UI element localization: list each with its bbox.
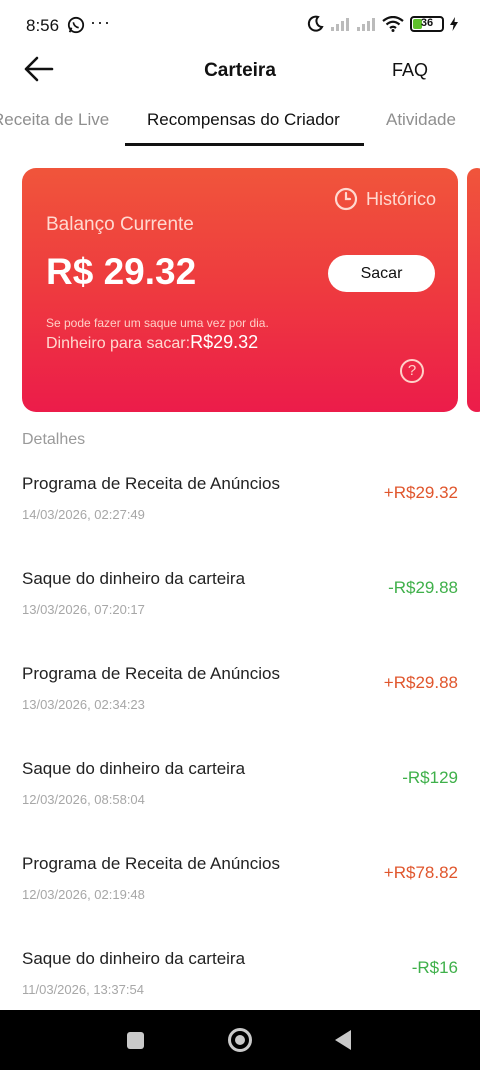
transaction-amount: +R$29.32 [383, 483, 458, 502]
active-tab-indicator [125, 143, 364, 146]
more-notifications-icon: ··· [90, 12, 111, 32]
withdraw-button[interactable]: Sacar [328, 255, 435, 292]
transaction-date: 11/03/2026, 13:37:54 [22, 982, 144, 997]
signal-icon [331, 18, 349, 31]
system-nav-bar [0, 1010, 480, 1070]
app-header: Carteira FAQ [0, 52, 480, 92]
recents-square-icon[interactable] [127, 1032, 144, 1049]
tab-bar: Receita de Live Recompensas do Criador A… [0, 100, 480, 148]
transaction-title: Saque do dinheiro da carteira [22, 569, 246, 588]
charging-icon [450, 17, 458, 31]
status-time: 8:56 [26, 16, 60, 35]
faq-link[interactable]: FAQ [392, 60, 428, 81]
transaction-date: 13/03/2026, 07:20:17 [22, 602, 145, 617]
transaction-amount: -R$16 [411, 958, 458, 977]
transaction-row[interactable]: Saque do dinheiro da carteira 13/03/2026,… [0, 561, 480, 656]
transaction-amount: -R$29.88 [388, 578, 458, 597]
transaction-title: Saque do dinheiro da carteira [22, 949, 246, 968]
transaction-title: Programa de Receita de Anúncios [22, 474, 280, 493]
transaction-amount: +R$78.82 [383, 863, 458, 882]
back-triangle-icon[interactable] [335, 1030, 351, 1050]
tab-recompensas-do-criador[interactable]: Recompensas do Criador [147, 110, 340, 130]
question-circle-icon[interactable]: ? [400, 359, 424, 383]
tab-atividade[interactable]: Atividade [386, 110, 456, 130]
balance-card: Histórico Balanço Currente R$ 29.32 Saca… [22, 168, 458, 412]
tab-receita-de-live[interactable]: Receita de Live [0, 110, 109, 130]
available-label: Dinheiro para sacar: [46, 335, 191, 352]
wifi-icon [382, 16, 404, 32]
transaction-title: Saque do dinheiro da carteira [22, 759, 246, 778]
battery-level: 36 [420, 17, 434, 29]
transaction-row[interactable]: Programa de Receita de Anúncios 12/03/202… [0, 846, 480, 941]
transaction-amount: -R$129 [402, 768, 458, 787]
moon-icon [307, 15, 324, 32]
whatsapp-icon [67, 16, 85, 34]
transaction-amount: +R$29.88 [383, 673, 458, 692]
transaction-date: 13/03/2026, 02:34:23 [22, 697, 145, 712]
transaction-date: 14/03/2026, 02:27:49 [22, 507, 145, 522]
transaction-list: Programa de Receita de Anúncios 14/03/202… [0, 466, 480, 1036]
transaction-date: 12/03/2026, 02:19:48 [22, 887, 145, 902]
status-bar: 8:56 ··· 36 [0, 0, 480, 52]
transaction-row[interactable]: Programa de Receita de Anúncios 14/03/202… [0, 466, 480, 561]
clock-icon [334, 187, 358, 211]
available-value: R$29.32 [190, 332, 259, 352]
home-circle-icon[interactable] [228, 1028, 252, 1052]
withdraw-note: Se pode fazer um saque uma vez por dia. [46, 316, 269, 330]
next-card-peek[interactable] [467, 168, 480, 412]
battery-icon: 36 [410, 16, 444, 32]
balance-value: R$ 29.32 [46, 251, 197, 292]
available-amount: Dinheiro para sacar:R$29.32 [46, 332, 258, 353]
balance-label: Balanço Currente [46, 214, 194, 235]
status-right: 36 [306, 15, 458, 33]
signal-icon-2 [357, 18, 375, 31]
history-label: Histórico [365, 188, 436, 209]
transaction-title: Programa de Receita de Anúncios [22, 854, 280, 873]
transaction-row[interactable]: Saque do dinheiro da carteira 12/03/2026,… [0, 751, 480, 846]
history-link[interactable]: Histórico [334, 187, 436, 211]
transaction-row[interactable]: Programa de Receita de Anúncios 13/03/202… [0, 656, 480, 751]
details-heading: Detalhes [22, 431, 86, 448]
transaction-title: Programa de Receita de Anúncios [22, 664, 280, 683]
transaction-date: 12/03/2026, 08:58:04 [22, 792, 145, 807]
